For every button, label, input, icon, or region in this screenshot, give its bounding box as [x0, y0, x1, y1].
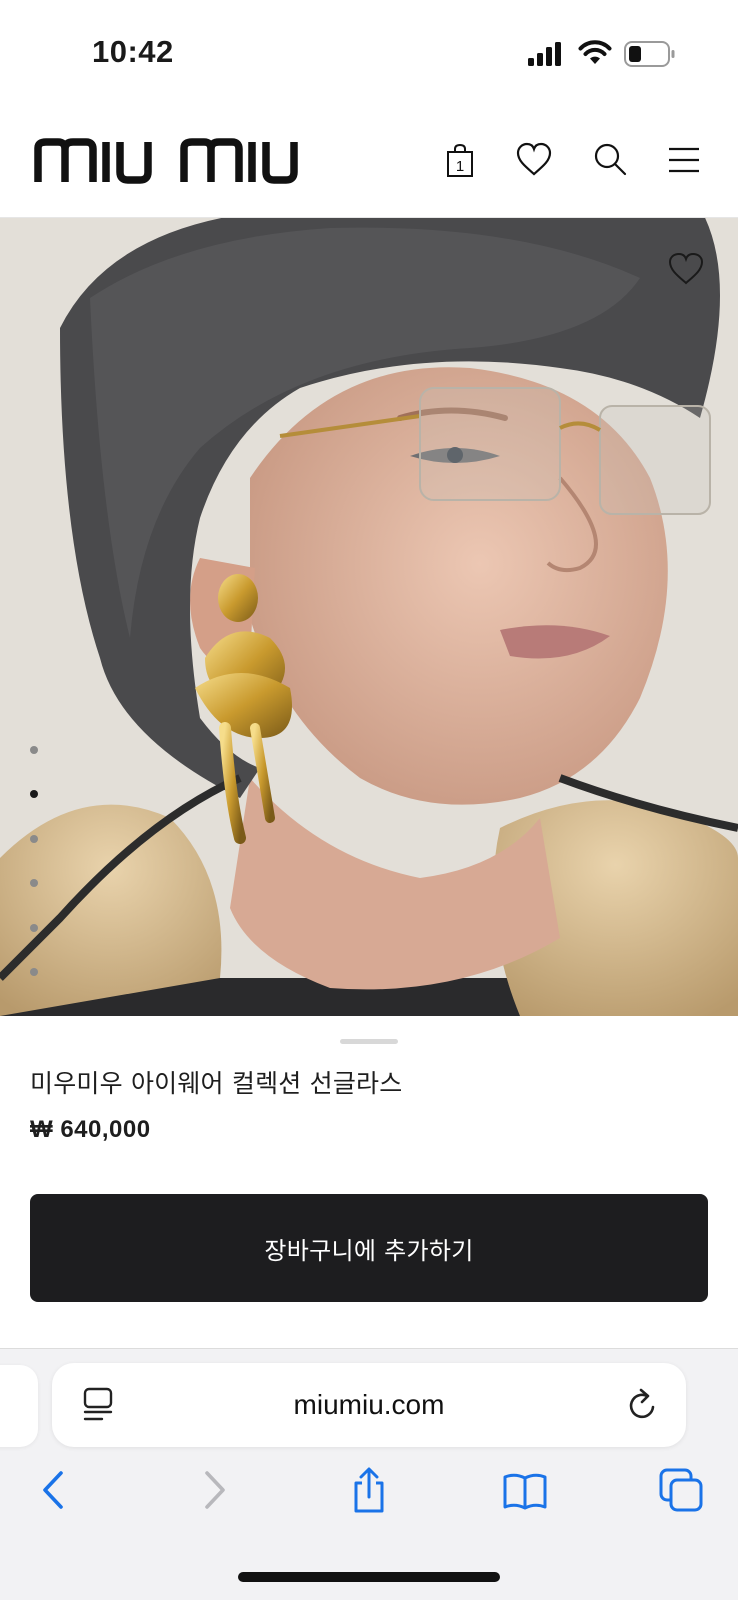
gallery-dot-6[interactable] — [30, 968, 38, 976]
miu-miu-logo[interactable] — [34, 138, 314, 184]
product-image-gallery[interactable] — [0, 218, 738, 1016]
gallery-dot-2[interactable] — [30, 790, 38, 798]
back-icon[interactable] — [32, 1467, 78, 1513]
heart-icon[interactable] — [516, 142, 552, 178]
wishlist-heart-icon[interactable] — [668, 252, 704, 286]
cellular-signal-icon — [528, 42, 561, 66]
browser-toolbar: miumiu.com — [0, 1348, 738, 1600]
previous-tab-preview[interactable] — [0, 1365, 38, 1447]
address-bar[interactable]: miumiu.com — [52, 1363, 686, 1447]
bookmarks-icon[interactable] — [502, 1467, 548, 1513]
gallery-dot-4[interactable] — [30, 879, 38, 887]
wifi-icon — [578, 40, 612, 64]
gallery-dot-3[interactable] — [30, 835, 38, 843]
bag-count: 1 — [456, 158, 464, 175]
url-text: miumiu.com — [293, 1389, 445, 1420]
search-icon[interactable] — [592, 142, 628, 178]
forward-icon[interactable] — [190, 1467, 236, 1513]
home-indicator[interactable] — [238, 1572, 500, 1582]
product-photo — [0, 218, 738, 1016]
reload-icon[interactable] — [626, 1387, 660, 1423]
tabs-icon[interactable] — [658, 1467, 704, 1513]
share-icon[interactable] — [346, 1467, 392, 1513]
add-to-cart-button[interactable]: 장바구니에 추가하기 — [30, 1194, 708, 1302]
battery-icon — [624, 41, 675, 67]
product-price: ₩ 640,000 — [30, 1116, 151, 1143]
site-header: 1 — [0, 100, 738, 218]
gallery-dot-5[interactable] — [30, 924, 38, 932]
status-time: 10:42 — [92, 34, 174, 69]
menu-icon[interactable] — [666, 142, 702, 178]
sheet-drag-handle[interactable] — [340, 1039, 398, 1044]
product-name: 미우미우 아이웨어 컬렉션 선글라스 — [30, 1069, 403, 1098]
status-bar: 10:42 — [0, 0, 738, 100]
gallery-dot-1[interactable] — [30, 746, 38, 754]
shopping-bag-icon[interactable]: 1 — [442, 142, 478, 178]
